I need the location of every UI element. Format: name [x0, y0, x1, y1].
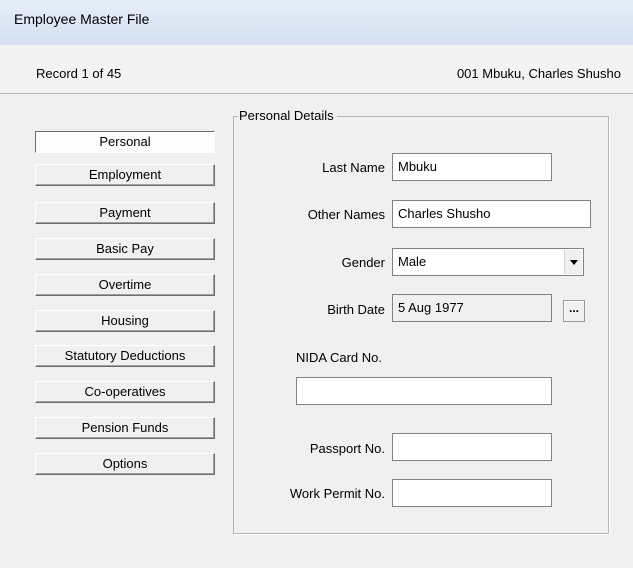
chevron-down-icon [570, 260, 578, 265]
birth-date-field[interactable]: 5 Aug 1977 [392, 294, 552, 322]
current-employee: 001 Mbuku, Charles Shusho [456, 66, 621, 81]
nav-overtime-button[interactable]: Overtime [35, 274, 215, 296]
work-permit-field[interactable] [392, 479, 552, 507]
gender-dropdown-button[interactable] [564, 250, 582, 274]
nav-basic-pay-button[interactable]: Basic Pay [35, 238, 215, 260]
nav-pension-funds-button[interactable]: Pension Funds [35, 417, 215, 439]
record-bar: Record 1 of 45 001 Mbuku, Charles Shusho [0, 45, 633, 94]
gender-select[interactable]: Male [392, 248, 584, 276]
nav-employment-button[interactable]: Employment [35, 164, 215, 186]
nav-co-operatives-button[interactable]: Co-operatives [35, 381, 215, 403]
passport-label: Passport No. [309, 441, 385, 456]
passport-field[interactable] [392, 433, 552, 461]
last-name-field[interactable]: Mbuku [392, 153, 552, 181]
birth-date-picker-button[interactable]: ... [563, 300, 585, 322]
other-names-field[interactable]: Charles Shusho [392, 200, 591, 228]
gender-label: Gender [341, 255, 385, 270]
nav-payment-button[interactable]: Payment [35, 202, 215, 224]
nav-options-button[interactable]: Options [35, 453, 215, 475]
gender-value: Male [398, 254, 427, 269]
birth-date-label: Birth Date [327, 302, 385, 317]
last-name-label: Last Name [322, 160, 385, 175]
nav-statutory-deductions-button[interactable]: Statutory Deductions [35, 345, 215, 367]
personal-details-title: Personal Details [238, 108, 337, 123]
nav-housing-button[interactable]: Housing [35, 310, 215, 332]
record-position: Record 1 of 45 [36, 66, 122, 81]
nav-personal-button[interactable]: Personal [35, 131, 215, 153]
title-bar: Employee Master File [0, 0, 633, 45]
nida-card-field[interactable] [296, 377, 552, 405]
other-names-label: Other Names [307, 207, 385, 222]
nida-card-label: NIDA Card No. [296, 350, 382, 365]
window-title: Employee Master File [14, 11, 150, 27]
work-permit-label: Work Permit No. [289, 486, 385, 501]
